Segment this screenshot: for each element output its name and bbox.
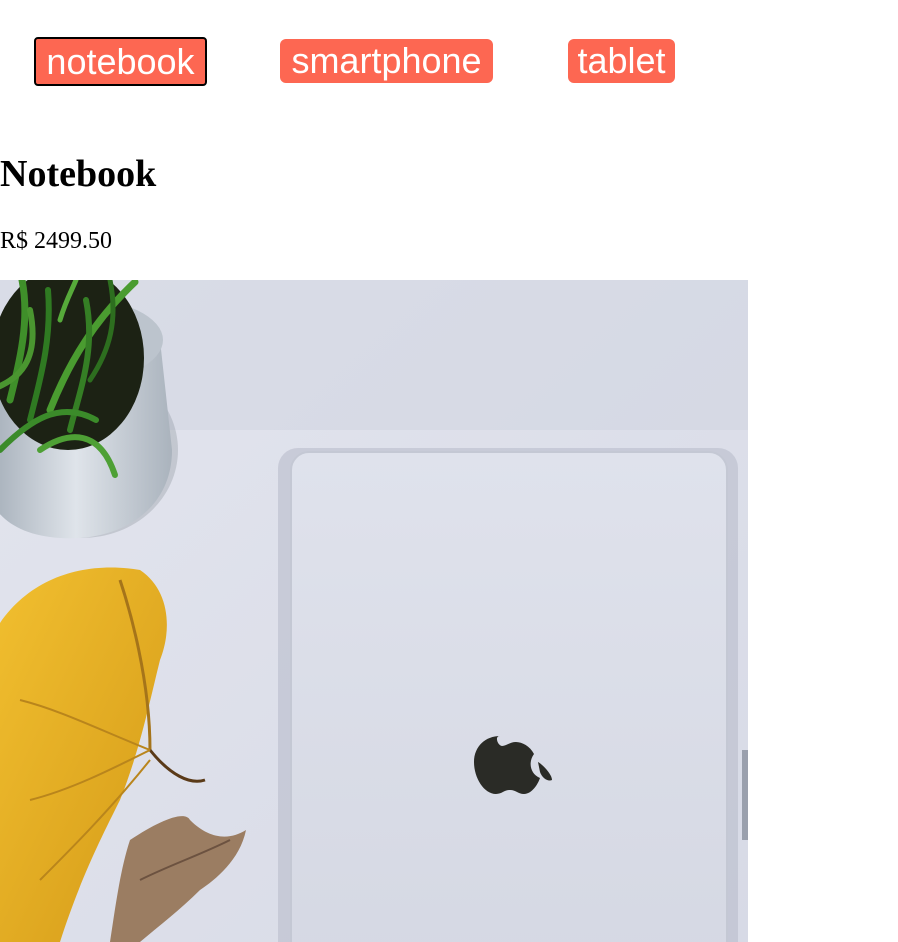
tablet-button[interactable]: tablet	[568, 39, 675, 83]
smartphone-button[interactable]: smartphone	[280, 39, 493, 83]
product-image	[0, 280, 748, 942]
laptop-photo-icon	[0, 280, 748, 942]
product-title: Notebook	[0, 153, 157, 195]
product-price: R$ 2499.50	[0, 228, 113, 254]
category-nav: notebook smartphone tablet	[0, 37, 898, 86]
notebook-button[interactable]: notebook	[34, 37, 207, 86]
